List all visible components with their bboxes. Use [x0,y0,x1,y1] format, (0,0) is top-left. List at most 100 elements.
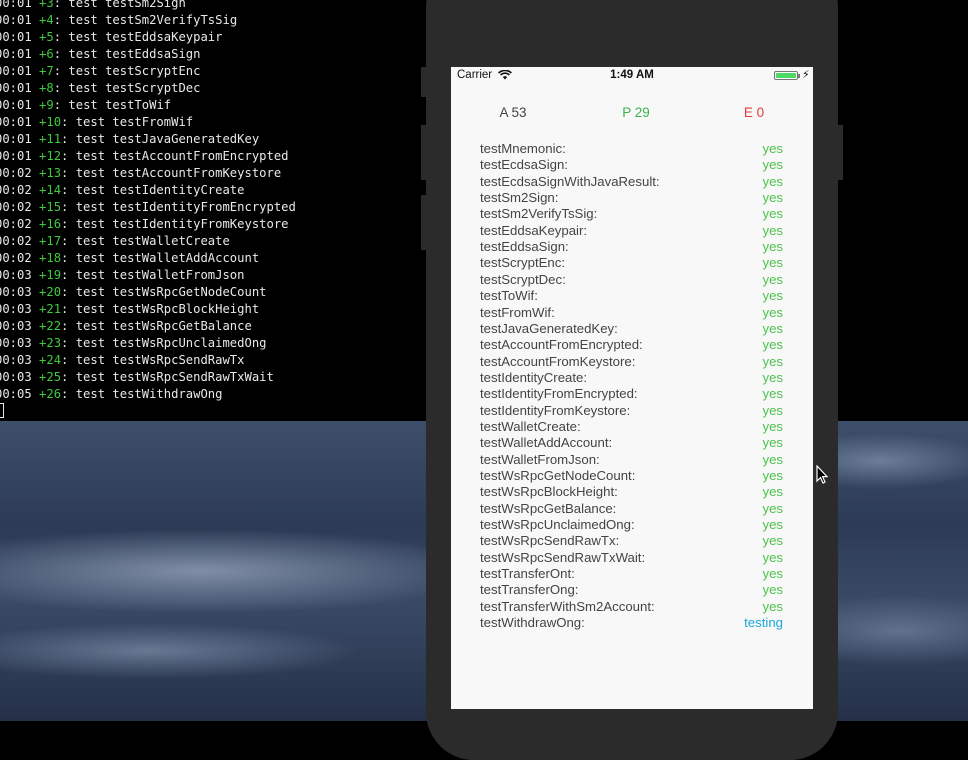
test-name: testWsRpcSendRawTx: [480,533,620,549]
terminal-line-count: +8 [39,81,54,95]
test-row: testIdentityCreate: yes [451,370,813,386]
terminal-line: 00:05 +26: test testWithdrawOng [0,386,222,403]
test-status: yes [762,582,783,598]
terminal-line-time: 00:01 [0,64,32,78]
terminal-line-text: : test testToWif [53,98,172,112]
terminal-line-time: 00:03 [0,302,32,316]
test-name: testWsRpcUnclaimedOng: [480,517,635,533]
terminal-line-time: 00:03 [0,268,32,282]
terminal-line-time: 00:02 [0,251,32,265]
terminal-line-text: : test testWsRpcSendRawTxWait [61,370,274,384]
terminal-line: 00:03 +21: test testWsRpcBlockHeight [0,301,259,318]
test-status: yes [762,190,783,206]
terminal-line-time: 00:01 [0,0,32,10]
test-status: yes [762,239,783,255]
test-row: testSm2Sign: yes [451,190,813,206]
test-row: testWsRpcSendRawTx: yes [451,533,813,549]
terminal-line: 00:02 +15: test testIdentityFromEncrypte… [0,199,296,216]
test-status: yes [762,484,783,500]
terminal-line: 00:01 +11: test testJavaGeneratedKey [0,131,259,148]
test-status: yes [762,418,783,434]
terminal-line: 00:01 +7: test testScryptEnc [0,63,200,80]
terminal-line-text: : test testScryptEnc [53,64,201,78]
test-name: testFromWif: [480,304,555,320]
test-name: testScryptDec: [480,271,566,287]
terminal-line: 00:03 +23: test testWsRpcUnclaimedOng [0,335,267,352]
test-row: testWalletFromJson: yes [451,452,813,468]
test-status: testing [744,615,783,631]
test-name: testIdentityFromKeystore: [480,402,631,418]
test-row: testWsRpcSendRawTxWait: yes [451,550,813,566]
test-row: testEcdsaSignWithJavaResult: yes [451,174,813,190]
test-name: testEddsaSign: [480,239,569,255]
device-side-button-volume-down [421,195,427,250]
test-name: testWsRpcGetBalance: [480,500,617,516]
battery-icon [774,71,798,80]
terminal-line-text: : test testIdentityFromEncrypted [61,200,296,214]
terminal-line-text: : test testWalletFromJson [61,268,245,282]
charging-bolt-icon: ⚡︎ [802,69,810,81]
test-row: testWalletAddAccount: yes [451,435,813,451]
terminal-line-text: : test testEddsaSign [53,47,201,61]
test-name: testSm2Sign: [480,190,559,206]
terminal-cursor [0,403,4,418]
test-row: testFromWif: yes [451,305,813,321]
counter-all: A 53 [499,105,527,120]
terminal-line-count: +3 [39,0,54,10]
battery-tip [798,74,800,78]
terminal-line-text: : test testAccountFromKeystore [61,166,282,180]
terminal-line-time: 00:02 [0,217,32,231]
terminal-line-text: : test testWsRpcSendRawTx [61,353,245,367]
test-name: testScryptEnc: [480,255,566,271]
terminal-line-count: +22 [39,319,62,333]
terminal-line-text: : test testSm2Sign [53,0,186,10]
terminal-line-count: +23 [39,336,62,350]
device-side-button-volume-up [421,125,427,180]
terminal-line-time: 00:01 [0,132,32,146]
test-status: yes [762,386,783,402]
test-row: testWsRpcGetNodeCount: yes [451,468,813,484]
test-row: testWsRpcUnclaimedOng: yes [451,517,813,533]
test-name: testAccountFromKeystore: [480,353,636,369]
test-name: testWalletCreate: [480,418,581,434]
terminal-line-time: 00:01 [0,47,32,61]
test-row: testEddsaKeypair: yes [451,223,813,239]
test-name: testWsRpcSendRawTxWait: [480,549,646,565]
test-status: yes [762,157,783,173]
terminal-line-time: 00:02 [0,183,32,197]
test-name: testEcdsaSign: [480,157,568,173]
terminal-line-time: 00:01 [0,13,32,27]
terminal-line-time: 00:03 [0,370,32,384]
terminal-line-text: : test testIdentityFromKeystore [61,217,289,231]
terminal-line-time: 00:02 [0,166,32,180]
terminal-line-count: +18 [39,251,62,265]
terminal-line-count: +25 [39,370,62,384]
terminal-line-time: 00:01 [0,149,32,163]
terminal-line: 00:03 +22: test testWsRpcGetBalance [0,318,252,335]
test-name: testSm2VerifyTsSig: [480,206,598,222]
terminal-line-text: : test testAccountFromEncrypted [61,149,289,163]
test-status: yes [762,533,783,549]
terminal-line-text: : test testWalletCreate [61,234,230,248]
test-status: yes [762,304,783,320]
terminal-line-text: : test testWsRpcBlockHeight [61,302,260,316]
test-row: testWithdrawOng: testing [451,615,813,631]
test-name: testWithdrawOng: [480,615,585,631]
test-name: testAccountFromEncrypted: [480,337,643,353]
test-status: yes [762,288,783,304]
test-row: testWsRpcBlockHeight: yes [451,484,813,500]
simulator-screen: Carrier 1:49 AM ⚡︎ A 53 P 29 E 0 testMne… [451,67,813,709]
test-name: testToWif: [480,288,538,304]
terminal-line-text: : test testWsRpcGetBalance [61,319,252,333]
test-status: yes [762,451,783,467]
test-status: yes [762,271,783,287]
test-name: testWalletAddAccount: [480,435,613,451]
terminal-line-text: : test testEddsaKeypair [53,30,223,44]
test-name: testTransferOnt: [480,566,575,582]
terminal-line: 00:01 +5: test testEddsaKeypair [0,29,222,46]
test-row: testIdentityFromEncrypted: yes [451,386,813,402]
terminal-line-count: +4 [39,13,54,27]
test-status: yes [762,468,783,483]
test-row: testWsRpcGetBalance: yes [451,501,813,517]
device-side-button-power [837,125,843,180]
